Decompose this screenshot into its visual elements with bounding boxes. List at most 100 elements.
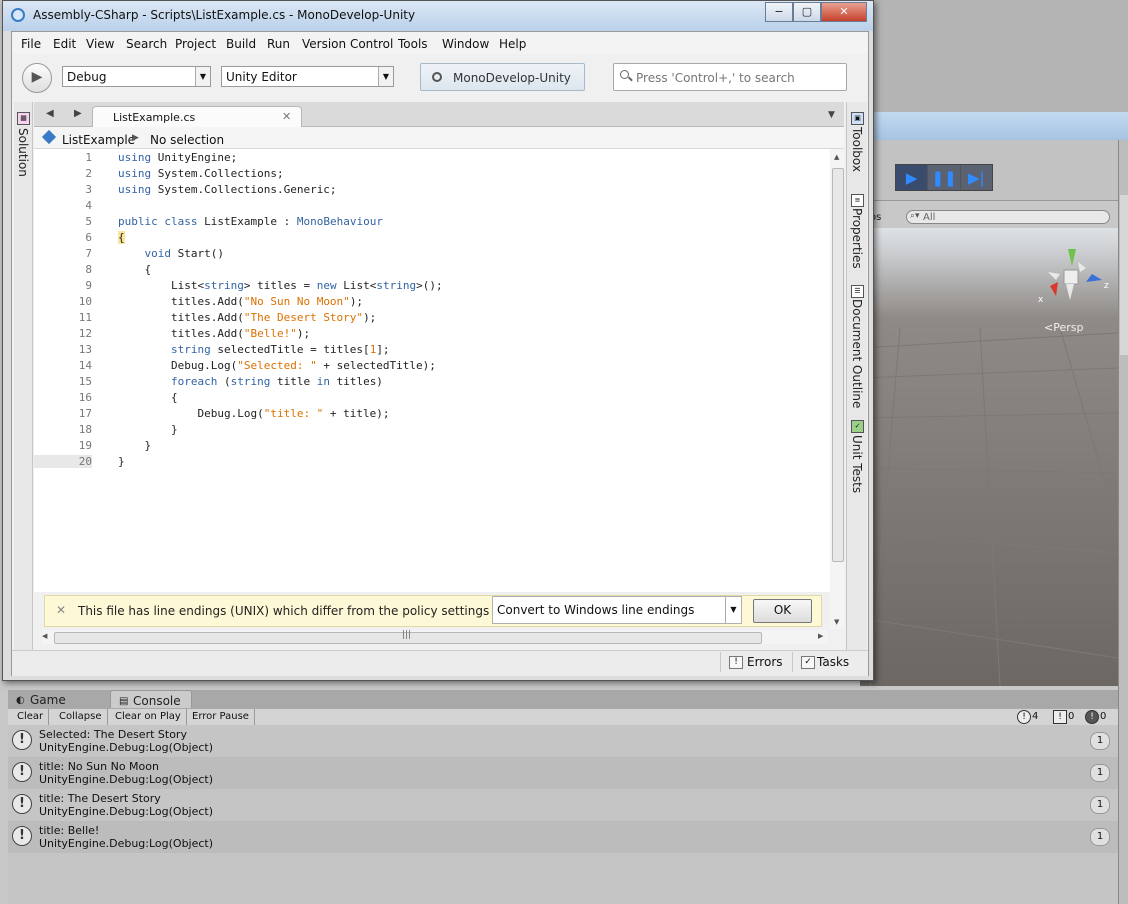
- log-message: title: Belle!: [39, 824, 100, 837]
- menu-edit[interactable]: Edit: [53, 37, 76, 51]
- tab-solution[interactable]: Solution: [16, 128, 30, 177]
- warning-count-toggle[interactable]: ! 0: [1052, 710, 1074, 724]
- info-icon: !: [1017, 710, 1031, 724]
- step-button[interactable]: ▶|: [960, 165, 992, 190]
- tab-console[interactable]: ▤ Console: [110, 690, 192, 709]
- menu-file[interactable]: File: [21, 37, 41, 51]
- scroll-up-icon[interactable]: ▲: [834, 153, 839, 161]
- line-number: 12: [78, 327, 92, 340]
- code-line: using System.Collections;: [118, 167, 284, 180]
- menu-search[interactable]: Search: [126, 37, 167, 51]
- code-line: }: [118, 439, 152, 452]
- tab-properties[interactable]: Properties: [850, 208, 864, 269]
- maximize-button[interactable]: ▢: [793, 2, 821, 22]
- monodevelop-icon: [11, 8, 25, 22]
- ok-button[interactable]: OK: [753, 599, 812, 623]
- info-count: 4: [1032, 711, 1039, 722]
- code-line: foreach (string title in titles): [170, 375, 383, 388]
- menu-tools[interactable]: Tools: [398, 37, 428, 51]
- chevron-down-icon: ▼: [725, 597, 741, 623]
- line-endings-select[interactable]: Convert to Windows line endings: [492, 596, 742, 624]
- menu-help[interactable]: Help: [499, 37, 526, 51]
- line-number: 6: [85, 231, 92, 244]
- error-icon: !: [1085, 710, 1099, 724]
- configuration-select[interactable]: Debug ▼: [62, 66, 211, 87]
- global-search-input[interactable]: Press 'Control+,' to search: [613, 63, 847, 91]
- menu-version-control[interactable]: Version Control: [302, 37, 393, 51]
- window-titlebar[interactable]: Assembly-CSharp - Scripts\ListExample.cs…: [3, 1, 873, 31]
- line-number: 11: [78, 311, 92, 324]
- target-value: Unity Editor: [226, 70, 297, 84]
- toolbox-icon: ▣: [851, 112, 864, 125]
- vertical-scroll-thumb[interactable]: [832, 168, 844, 562]
- scroll-left-icon[interactable]: ◀: [42, 632, 47, 640]
- menu-window[interactable]: Window: [442, 37, 489, 51]
- chevron-right-icon: ▶: [132, 133, 139, 143]
- close-icon[interactable]: ✕: [282, 110, 291, 123]
- code-line: string selectedTitle = titles[1];: [170, 343, 390, 356]
- target-select[interactable]: Unity Editor ▼: [221, 66, 394, 87]
- pause-button[interactable]: ❚❚: [928, 165, 961, 190]
- run-button[interactable]: ▶: [22, 63, 52, 93]
- error-count-toggle[interactable]: ! 0: [1084, 710, 1106, 724]
- info-icon: !: [12, 762, 32, 782]
- code-line: using System.Collections.Generic;: [118, 183, 337, 196]
- code-line: }: [118, 455, 125, 468]
- tab-unit-tests[interactable]: Unit Tests: [850, 435, 864, 493]
- errors-pad-button[interactable]: ! Errors: [720, 652, 783, 672]
- info-count-toggle[interactable]: ! 4: [1016, 710, 1038, 724]
- menu-view[interactable]: View: [86, 37, 114, 51]
- close-button[interactable]: ✕: [821, 2, 867, 22]
- solution-icon: ▦: [17, 112, 30, 125]
- path-class[interactable]: ListExample: [62, 133, 135, 147]
- code-line: public class ListExample : MonoBehaviour: [118, 215, 383, 228]
- unity-right-tabs: [1120, 195, 1128, 355]
- log-message: title: The Desert Story: [39, 792, 161, 805]
- console-tabbar: ◐ Game ▤ Console: [8, 690, 1118, 709]
- error-pause-button[interactable]: Error Pause: [187, 709, 255, 725]
- log-entry[interactable]: ! title: The Desert Story UnityEngine.De…: [8, 789, 1118, 821]
- main-toolbar: ▶ Debug ▼ Unity Editor ▼ MonoDevelop-Uni…: [12, 54, 868, 100]
- line-number: 14: [78, 359, 92, 372]
- tab-document-outline[interactable]: Document Outline: [850, 299, 864, 408]
- log-entry[interactable]: ! title: Belle! UnityEngine.Debug:Log(Ob…: [8, 821, 1118, 853]
- log-count-badge: 1: [1090, 764, 1110, 782]
- checkbox-icon: ✓: [801, 656, 815, 669]
- monodevelop-client: File Edit View Search Project Build Run …: [11, 31, 869, 676]
- log-entry[interactable]: ! title: No Sun No Moon UnityEngine.Debu…: [8, 757, 1118, 789]
- play-button[interactable]: ▶: [896, 165, 929, 190]
- navigate-back-icon[interactable]: ◀: [46, 108, 54, 119]
- info-icon: !: [12, 794, 32, 814]
- scroll-down-icon[interactable]: ▼: [834, 618, 839, 626]
- close-icon[interactable]: ✕: [56, 603, 66, 617]
- line-number: 5: [85, 215, 92, 228]
- code-line: {: [118, 391, 178, 404]
- menu-run[interactable]: Run: [267, 37, 290, 51]
- menu-build[interactable]: Build: [226, 37, 256, 51]
- tasks-pad-button[interactable]: ✓ Tasks: [792, 652, 849, 672]
- clear-on-play-button[interactable]: Clear on Play: [110, 709, 187, 725]
- minimize-button[interactable]: −: [765, 2, 793, 22]
- infobar-message: This file has line endings (UNIX) which …: [78, 604, 540, 618]
- collapse-button[interactable]: Collapse: [54, 709, 108, 725]
- navigate-forward-icon[interactable]: ▶: [74, 108, 82, 119]
- scene-search-input[interactable]: All: [906, 210, 1110, 224]
- document-tab[interactable]: ListExample.cs: [92, 106, 302, 127]
- document-list-dropdown-icon[interactable]: ▼: [828, 110, 835, 120]
- axis-z-label: z: [1104, 281, 1109, 291]
- menu-project[interactable]: Project: [175, 37, 216, 51]
- unit-tests-icon: ✓: [851, 420, 864, 433]
- log-entry[interactable]: ! Selected: The Desert Story UnityEngine…: [8, 725, 1118, 757]
- clear-button[interactable]: Clear: [12, 709, 50, 725]
- tab-game[interactable]: ◐ Game: [8, 690, 76, 708]
- persp-label[interactable]: <Persp: [1044, 321, 1083, 334]
- code-line: titles.Add("The Desert Story");: [118, 311, 377, 324]
- path-member[interactable]: No selection: [150, 133, 224, 147]
- tab-toolbox[interactable]: Toolbox: [850, 127, 864, 172]
- line-number: 9: [85, 279, 92, 292]
- console-log-list: ! Selected: The Desert Story UnityEngine…: [8, 725, 1118, 904]
- monodevelop-window: Assembly-CSharp - Scripts\ListExample.cs…: [2, 0, 874, 681]
- log-message: Selected: The Desert Story: [39, 728, 187, 741]
- scroll-right-icon[interactable]: ▶: [818, 632, 823, 640]
- scene-gizmo[interactable]: x z: [1034, 244, 1114, 314]
